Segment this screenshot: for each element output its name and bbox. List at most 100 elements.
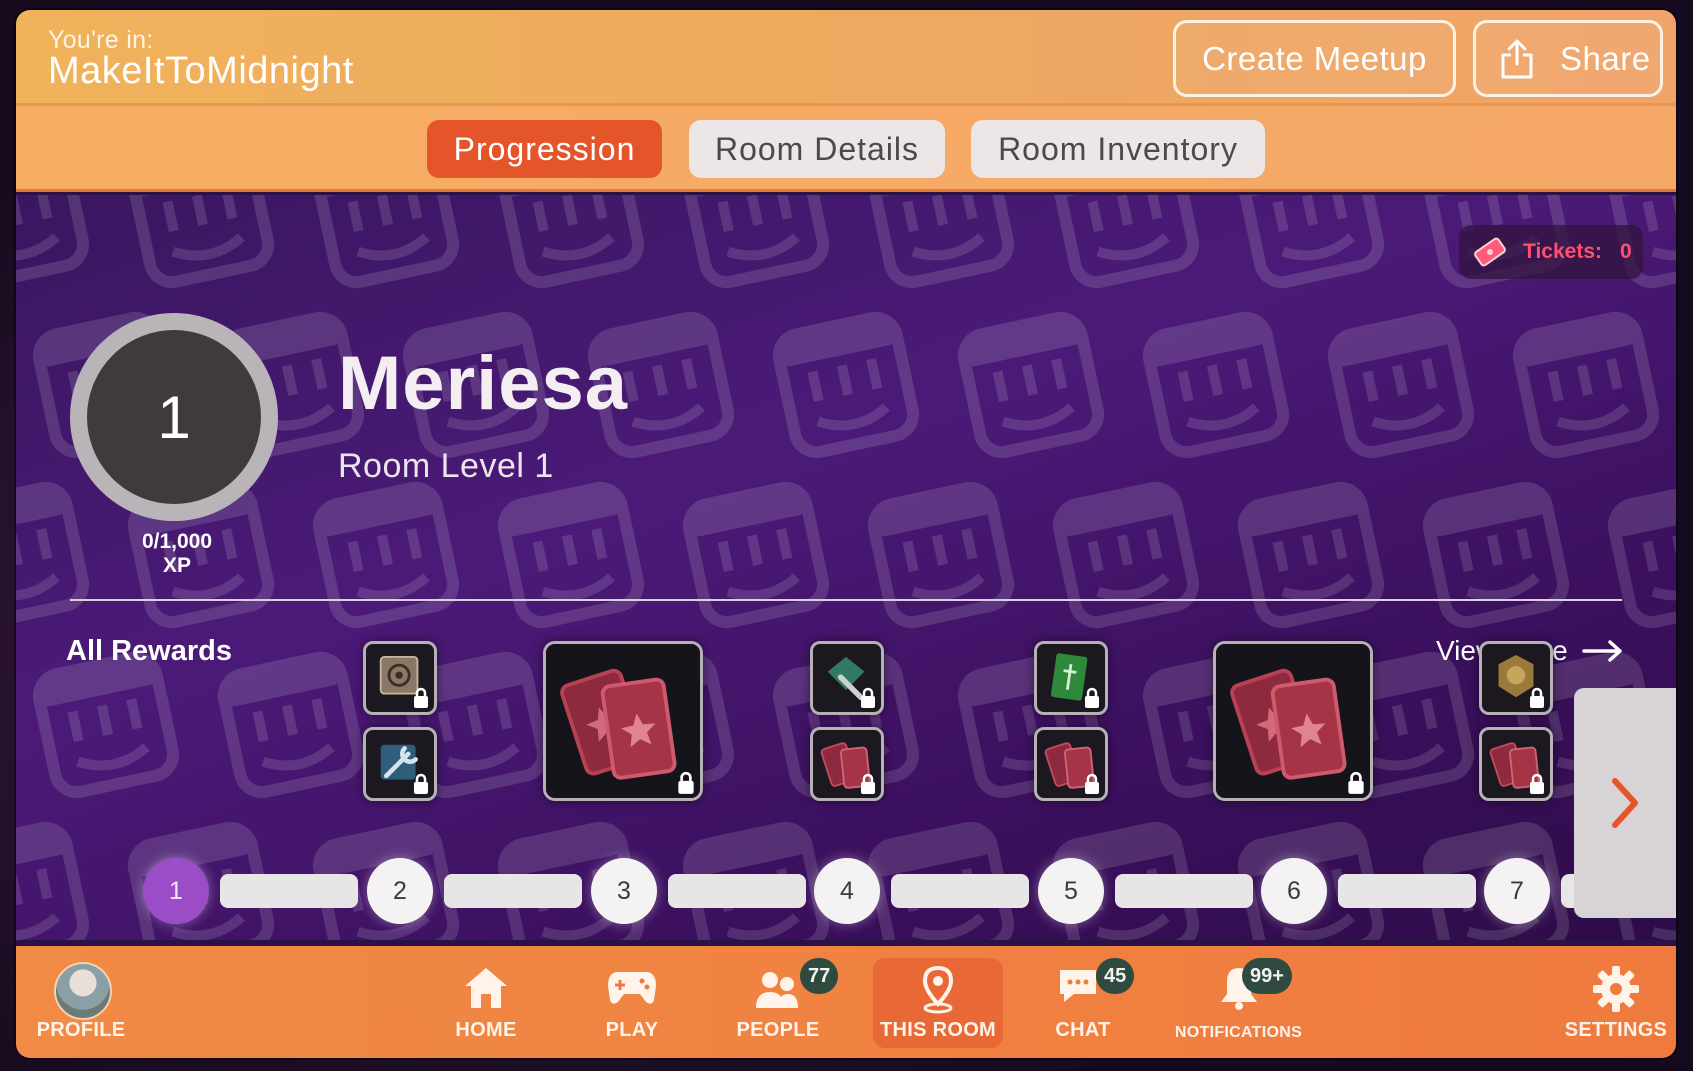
reward-item-tickets[interactable] [1479, 727, 1553, 801]
level-number: 1 [157, 383, 191, 451]
lock-icon [861, 687, 875, 708]
lock-icon [1348, 771, 1364, 794]
tab-room-details[interactable]: Room Details [689, 120, 945, 178]
nav-home-label: HOME [455, 1019, 517, 1041]
level-progress-bar [668, 874, 806, 908]
share-button[interactable]: Share [1473, 20, 1663, 97]
pattern-logo [130, 195, 272, 286]
level-node-5[interactable]: 5 [1038, 858, 1104, 924]
chevron-right-icon [1612, 778, 1638, 828]
divider [70, 599, 1622, 601]
create-meetup-button[interactable]: Create Meetup [1173, 20, 1456, 97]
reward-item-wrench[interactable] [363, 727, 437, 801]
location-pin-icon [922, 965, 954, 1014]
share-label: Share [1560, 39, 1651, 77]
lock-icon [1085, 773, 1099, 794]
pattern-logo [1425, 484, 1567, 626]
level-progress-bar [891, 874, 1029, 908]
level-progress-bar [220, 874, 358, 908]
pattern-logo [870, 195, 1012, 286]
pattern-logo [16, 195, 87, 286]
app-background: You're in: MakeItToMidnight Create Meetu… [0, 0, 1693, 1071]
ticket-icon [1474, 237, 1506, 267]
reward-item-hammer[interactable] [810, 641, 884, 715]
level-node-7[interactable]: 7 [1484, 858, 1550, 924]
reward-item-green-card[interactable] [1034, 641, 1108, 715]
player-name: Meriesa [338, 341, 629, 426]
room-panel: You're in: MakeItToMidnight Create Meetu… [16, 10, 1676, 1058]
level-node-4[interactable]: 4 [814, 858, 880, 924]
notifications-count-badge: 99+ [1242, 958, 1292, 994]
pattern-logo [16, 824, 87, 940]
gear-icon [1593, 966, 1639, 1012]
nav-chat-label: CHAT [1055, 1019, 1111, 1041]
lock-icon [1085, 687, 1099, 708]
lock-icon [678, 771, 694, 794]
level-node-6[interactable]: 6 [1261, 858, 1327, 924]
level-node-1[interactable]: 1 [143, 858, 209, 924]
level-progress-bar [1115, 874, 1253, 908]
lock-icon [1530, 687, 1544, 708]
nav-settings[interactable]: SETTINGS [1561, 946, 1671, 1058]
tab-room-inventory[interactable]: Room Inventory [971, 120, 1265, 178]
xp-value: 0/1,000 [141, 530, 213, 553]
nav-this-room[interactable]: THIS ROOM [873, 946, 1003, 1058]
nav-settings-label: SETTINGS [1564, 1019, 1668, 1041]
level-badge: 1 [70, 313, 278, 521]
lock-icon [414, 773, 428, 794]
room-name: MakeItToMidnight [48, 50, 354, 92]
nav-this-room-label: THIS ROOM [879, 1019, 997, 1041]
pattern-logo [1610, 484, 1676, 626]
reward-item-tickets[interactable] [1034, 727, 1108, 801]
pattern-logo [35, 654, 177, 796]
bottom-nav: PROFILE HOME PLAY PEOPLE 77 THIS ROOM CH… [16, 946, 1676, 1058]
pattern-logo [1055, 195, 1197, 286]
pattern-logo [685, 484, 827, 626]
nav-play[interactable]: PLAY [582, 946, 682, 1058]
nav-profile[interactable]: PROFILE [26, 946, 136, 1058]
pattern-logo [685, 195, 827, 286]
level-progress-bar [444, 874, 582, 908]
reward-item-target-box[interactable] [363, 641, 437, 715]
pattern-logo [1240, 484, 1382, 626]
pattern-logo [870, 484, 1012, 626]
nav-profile-label: PROFILE [36, 1019, 126, 1041]
scroll-next-button[interactable] [1574, 688, 1676, 918]
tickets-count: 0 [1620, 240, 1632, 263]
pattern-logo [500, 195, 642, 286]
pattern-logo [1145, 314, 1287, 456]
pattern-logo [1515, 314, 1657, 456]
pattern-logo [1330, 314, 1472, 456]
nav-home[interactable]: HOME [436, 946, 536, 1058]
xp-progress: 0/1,000 XP [112, 530, 242, 578]
nav-notifications[interactable]: NOTIFICATIONS [1156, 946, 1321, 1058]
home-icon [465, 968, 507, 1008]
reward-item-gold-badge[interactable] [1479, 641, 1553, 715]
pattern-logo [960, 314, 1102, 456]
reward-item-tickets-pack[interactable] [1213, 641, 1373, 801]
nav-people-label: PEOPLE [736, 1019, 820, 1041]
tab-bar: Progression Room Details Room Inventory [16, 106, 1676, 192]
level-node-3[interactable]: 3 [591, 858, 657, 924]
arrow-right-icon [1582, 640, 1622, 662]
room-header: You're in: MakeItToMidnight Create Meetu… [16, 10, 1676, 106]
tickets-counter[interactable]: Tickets: 0 [1459, 225, 1643, 279]
pattern-logo [220, 654, 362, 796]
chat-count-badge: 45 [1096, 958, 1135, 994]
reward-item-tickets-pack[interactable] [543, 641, 703, 801]
lock-icon [414, 687, 428, 708]
nav-notifications-label: NOTIFICATIONS [1174, 1024, 1303, 1041]
pattern-logo [315, 484, 457, 626]
reward-item-tickets[interactable] [810, 727, 884, 801]
gamepad-icon [608, 972, 656, 1004]
tab-progression[interactable]: Progression [427, 120, 662, 178]
pattern-logo [1055, 484, 1197, 626]
level-node-2[interactable]: 2 [367, 858, 433, 924]
create-meetup-label: Create Meetup [1202, 39, 1427, 77]
people-icon [756, 972, 798, 1008]
pattern-logo [1240, 195, 1382, 286]
pattern-logo [315, 195, 457, 286]
lock-icon [1530, 773, 1544, 794]
lock-icon [861, 773, 875, 794]
level-progress-bar [1338, 874, 1476, 908]
